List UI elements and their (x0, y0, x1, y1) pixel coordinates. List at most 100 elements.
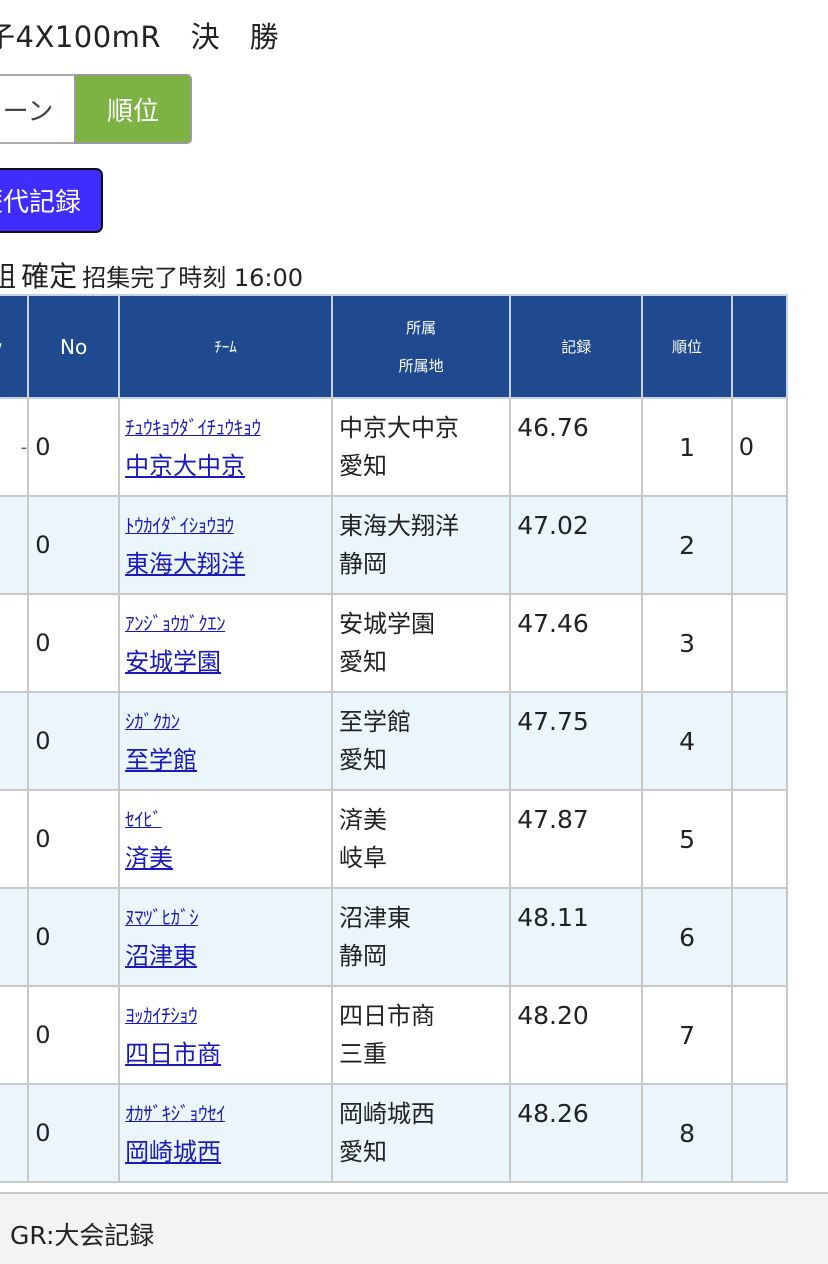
team-kana-link[interactable]: ｼｶﾞｸｶﾝ (125, 703, 331, 741)
affiliation-cell: 沼津東 静岡 (330, 887, 512, 987)
affiliation-cell: 安城学園 愛知 (330, 593, 512, 693)
header-team: ﾁｰﾑ (118, 294, 333, 399)
rank-cell: 8 (641, 1083, 733, 1183)
rank-order-button[interactable]: 順位 (74, 74, 192, 144)
lane-order-button[interactable]: ーン (0, 74, 74, 144)
footer: GR:大会記録 (0, 1192, 828, 1264)
extra-cell: 0 (730, 397, 789, 497)
rank-cell: 3 (641, 593, 733, 693)
team-name-link[interactable]: 沼津東 (125, 937, 331, 975)
record-cell: 48.26 (509, 1083, 644, 1183)
team-name-link[interactable]: 中京大中京 (125, 447, 331, 485)
rank-cell: 1 (641, 397, 733, 497)
rank-cell: 5 (641, 789, 733, 889)
affiliation-name: 済美 (338, 806, 387, 834)
table-row: 0 ﾖｯｶｲﾁｼｮｳ 四日市商 四日市商 三重 48.20 7 (0, 985, 789, 1085)
extra-cell (730, 691, 789, 791)
prefecture-name: 岐阜 (338, 844, 387, 872)
record-cell: 47.75 (509, 691, 644, 791)
lane-cell (0, 691, 30, 791)
prefecture-name: 愛知 (338, 746, 387, 774)
record-cell: 46.76 (509, 397, 644, 497)
table-row: 0 ﾇﾏﾂﾞﾋｶﾞｼ 沼津東 沼津東 静岡 48.11 6 (0, 887, 789, 987)
affiliation-name: 至学館 (338, 708, 411, 736)
lane-cell: - (0, 397, 30, 497)
affiliation-name: 安城学園 (338, 610, 435, 638)
team-kana-link[interactable]: ﾄｳｶｲﾀﾞｲｼｮｳﾖｳ (125, 507, 331, 545)
team-cell: ｼｶﾞｸｶﾝ 至学館 (118, 691, 333, 791)
lane-cell (0, 887, 30, 987)
no-cell: 0 (27, 887, 121, 987)
record-cell: 47.87 (509, 789, 644, 889)
lane-cell (0, 593, 30, 693)
header-record: 記録 (509, 294, 644, 399)
heat-prefix: 組 (0, 260, 17, 293)
event-title: 子4X100mR 決 勝 (0, 20, 280, 54)
rank-cell: 4 (641, 691, 733, 791)
team-cell: ｾｲﾋﾞ 済美 (118, 789, 333, 889)
record-cell: 48.20 (509, 985, 644, 1085)
call-time: 招集完了時刻 16:00 (82, 264, 304, 292)
team-cell: ﾖｯｶｲﾁｼｮｳ 四日市商 (118, 985, 333, 1085)
team-name-link[interactable]: 岡崎城西 (125, 1133, 331, 1171)
no-cell: 0 (27, 1083, 121, 1183)
rank-cell: 2 (641, 495, 733, 595)
rank-cell: 7 (641, 985, 733, 1085)
lane-cell (0, 495, 30, 595)
lane-cell (0, 789, 30, 889)
team-kana-link[interactable]: ｱﾝｼﾞｮｳｶﾞｸｴﾝ (125, 605, 331, 643)
affiliation-cell: 済美 岐阜 (330, 789, 512, 889)
affiliation-name: 東海大翔洋 (338, 512, 459, 540)
affiliation-cell: 中京大中京 愛知 (330, 397, 512, 497)
history-records-button[interactable]: 歴代記録 (0, 168, 103, 233)
team-name-link[interactable]: 至学館 (125, 741, 331, 779)
header-lane: ッ (0, 294, 30, 399)
affiliation-name: 四日市商 (338, 1002, 435, 1030)
extra-cell (730, 593, 789, 693)
heat-status: 組 確定 招集完了時刻 16:00 (0, 255, 303, 295)
results-page: 子4X100mR 決 勝 ーン 順位 歴代記録 組 確定 招集完了時刻 16:0… (0, 0, 828, 1264)
header-affiliation-line2: 所属地 (398, 356, 444, 375)
team-kana-link[interactable]: ﾇﾏﾂﾞﾋｶﾞｼ (125, 899, 331, 937)
prefecture-name: 三重 (338, 1040, 387, 1068)
record-cell: 47.02 (509, 495, 644, 595)
affiliation-cell: 東海大翔洋 静岡 (330, 495, 512, 595)
team-name-link[interactable]: 安城学園 (125, 643, 331, 681)
table-row: 0 ｾｲﾋﾞ 済美 済美 岐阜 47.87 5 (0, 789, 789, 889)
view-toggle: ーン 順位 (0, 74, 192, 144)
team-cell: ｱﾝｼﾞｮｳｶﾞｸｴﾝ 安城学園 (118, 593, 333, 693)
table-row: 0 ｵｶｻﾞｷｼﾞｮｳｾｲ 岡崎城西 岡崎城西 愛知 48.26 8 (0, 1083, 789, 1183)
record-cell: 47.46 (509, 593, 644, 693)
team-kana-link[interactable]: ﾁｭｳｷｮｳﾀﾞｲﾁｭｳｷｮｳ (125, 409, 331, 447)
header-extra (730, 294, 789, 399)
header-affiliation-line1: 所属 (406, 318, 437, 337)
no-cell: 0 (27, 397, 121, 497)
team-name-link[interactable]: 済美 (125, 839, 331, 877)
status-badge: 確定 (21, 260, 78, 293)
table-row: 0 ｼｶﾞｸｶﾝ 至学館 至学館 愛知 47.75 4 (0, 691, 789, 791)
header-no: No (27, 294, 121, 399)
team-kana-link[interactable]: ﾖｯｶｲﾁｼｮｳ (125, 997, 331, 1035)
extra-cell (730, 495, 789, 595)
prefecture-name: 愛知 (338, 452, 387, 480)
table-row: - 0 ﾁｭｳｷｮｳﾀﾞｲﾁｭｳｷｮｳ 中京大中京 中京大中京 愛知 46.76… (0, 397, 789, 497)
no-cell: 0 (27, 691, 121, 791)
team-kana-link[interactable]: ｾｲﾋﾞ (125, 801, 331, 839)
prefecture-name: 愛知 (338, 1138, 387, 1166)
table-header-row: ッ No ﾁｰﾑ 所属 所属地 記録 順位 (0, 294, 789, 399)
no-cell: 0 (27, 593, 121, 693)
lane-cell (0, 1083, 30, 1183)
lane-cell (0, 985, 30, 1085)
affiliation-cell: 四日市商 三重 (330, 985, 512, 1085)
affiliation-cell: 至学館 愛知 (330, 691, 512, 791)
no-cell: 0 (27, 789, 121, 889)
results-table: ッ No ﾁｰﾑ 所属 所属地 記録 順位 - 0 ﾁｭｳｷｮｳﾀﾞｲﾁｭｳｷｮ… (0, 294, 789, 1183)
team-kana-link[interactable]: ｵｶｻﾞｷｼﾞｮｳｾｲ (125, 1095, 331, 1133)
team-cell: ﾇﾏﾂﾞﾋｶﾞｼ 沼津東 (118, 887, 333, 987)
table-row: 0 ｱﾝｼﾞｮｳｶﾞｸｴﾝ 安城学園 安城学園 愛知 47.46 3 (0, 593, 789, 693)
affiliation-name: 沼津東 (338, 904, 411, 932)
team-name-link[interactable]: 四日市商 (125, 1035, 331, 1073)
team-name-link[interactable]: 東海大翔洋 (125, 545, 331, 583)
affiliation-name: 岡崎城西 (338, 1100, 435, 1128)
prefecture-name: 愛知 (338, 648, 387, 676)
